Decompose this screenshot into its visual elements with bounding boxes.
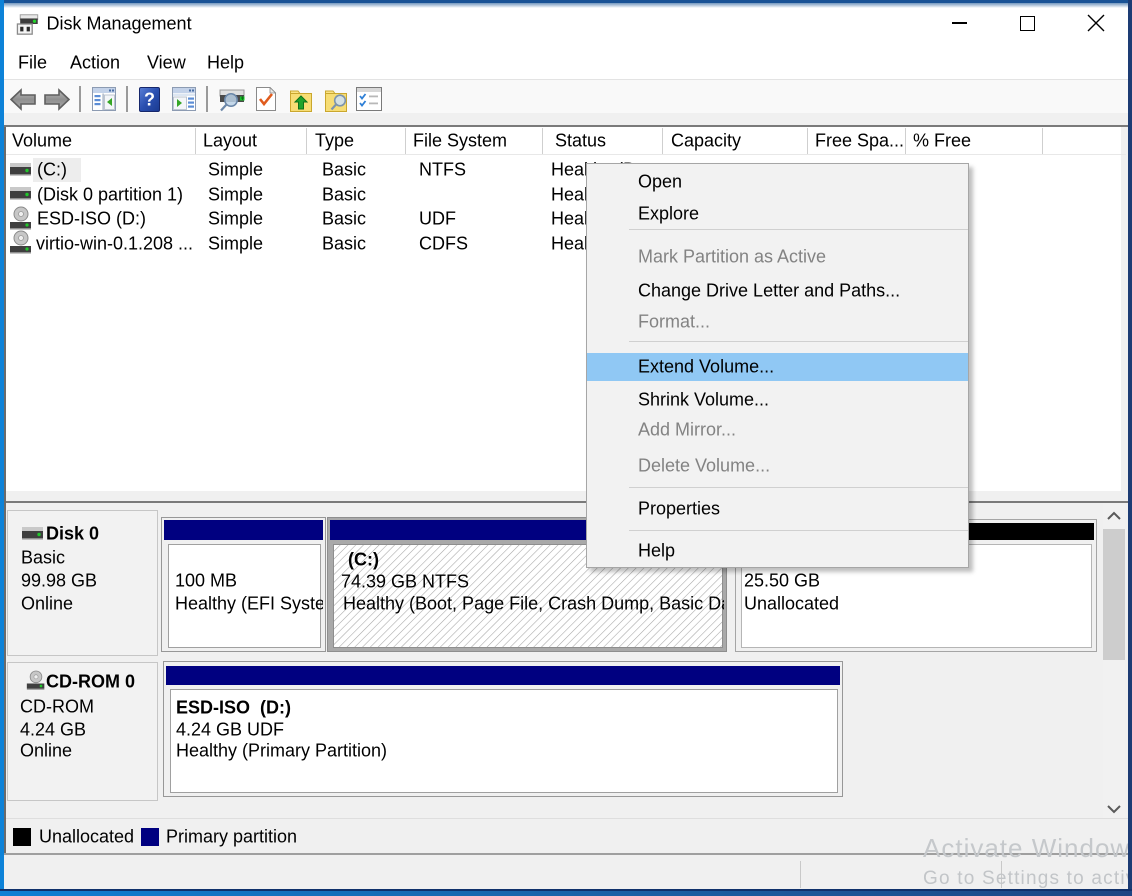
svg-text:?: ? [144,90,155,110]
